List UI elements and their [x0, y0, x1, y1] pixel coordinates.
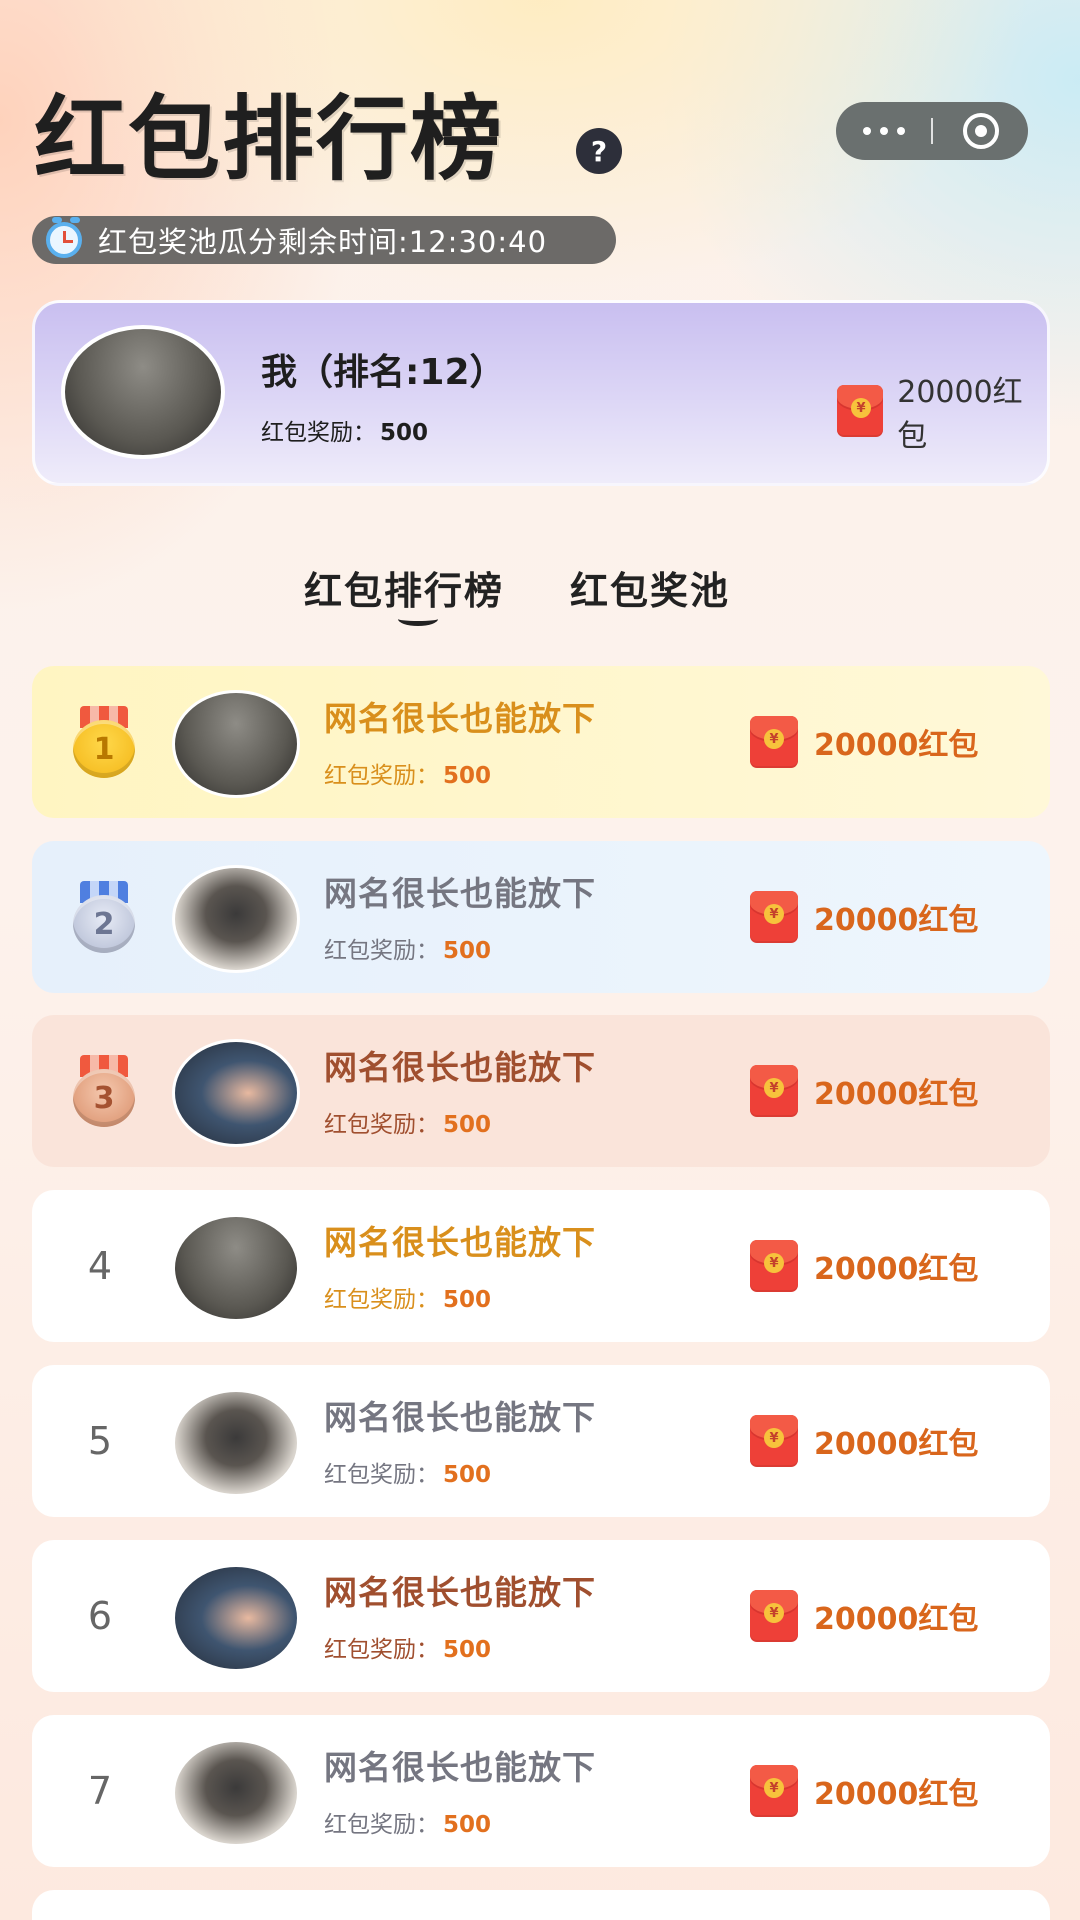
- red-envelope-icon: [837, 385, 884, 437]
- red-envelope-icon: [750, 1765, 798, 1817]
- red-envelope-icon: [750, 891, 798, 943]
- red-envelope-icon: [750, 1590, 798, 1642]
- user-name: 网名很长也能放下: [324, 1398, 596, 1437]
- amount: 20000红包: [750, 1415, 978, 1467]
- avatar: [61, 325, 225, 459]
- reward: 红包奖励： 500: [324, 1812, 492, 1838]
- amount: 20000红包: [750, 891, 978, 943]
- avatar: [172, 1214, 300, 1322]
- timer-text: 红包奖池瓜分剩余时间:12:30:40: [98, 225, 548, 259]
- rank-number: 6: [87, 1594, 113, 1638]
- user-name: 网名很长也能放下: [324, 1048, 596, 1087]
- reward: 红包奖励： 500: [324, 1462, 492, 1488]
- rank-number: 4: [87, 1244, 113, 1288]
- tab-prize-pool[interactable]: 红包奖池: [570, 560, 730, 615]
- list-item[interactable]: 7 网名很长也能放下 红包奖励：500 20000红包: [32, 1715, 1050, 1867]
- bronze-medal-icon: 3: [72, 1055, 136, 1127]
- amount: 20000红包: [750, 1240, 978, 1292]
- user-name: 网名很长也能放下: [324, 1748, 596, 1787]
- tab-active-indicator: [398, 612, 438, 626]
- list-item[interactable]: 4 网名很长也能放下 红包奖励：500 20000红包: [32, 1190, 1050, 1342]
- my-amount-text: 20000红包: [897, 375, 1023, 454]
- user-name: 网名很长也能放下: [324, 699, 596, 738]
- help-icon[interactable]: ?: [576, 128, 622, 174]
- rank-number: 7: [87, 1769, 113, 1813]
- list-item[interactable]: [32, 1890, 1050, 1920]
- my-reward-value: 500: [380, 420, 429, 446]
- miniprogram-capsule: [836, 102, 1028, 160]
- avatar: [172, 1564, 300, 1672]
- red-envelope-icon: [750, 716, 798, 768]
- amount: 20000红包: [750, 716, 978, 768]
- list-item[interactable]: 5 网名很长也能放下 红包奖励：500 20000红包: [32, 1365, 1050, 1517]
- my-rank-card[interactable]: 我（排名:12） 红包奖励：500 20000红包: [32, 300, 1050, 486]
- amount: 20000红包: [750, 1590, 978, 1642]
- amount: 20000红包: [750, 1765, 978, 1817]
- silver-medal-icon: 2: [72, 881, 136, 953]
- avatar: [172, 1739, 300, 1847]
- avatar: [172, 690, 300, 798]
- list-item[interactable]: 3 网名很长也能放下 红包奖励：500 20000红包: [32, 1015, 1050, 1167]
- my-reward-label: 红包奖励：: [261, 420, 376, 446]
- reward: 红包奖励： 500: [324, 763, 492, 789]
- my-reward: 红包奖励： 500: [261, 413, 428, 447]
- my-amount: 20000红包: [837, 367, 1047, 455]
- avatar: [172, 1039, 300, 1147]
- user-name: 网名很长也能放下: [324, 1573, 596, 1612]
- reward: 红包奖励： 500: [324, 1637, 492, 1663]
- close-miniprogram-button[interactable]: [933, 113, 1028, 149]
- page-title: 红包排行榜: [34, 86, 505, 193]
- rank-number: 5: [87, 1419, 113, 1463]
- reward: 红包奖励： 500: [324, 938, 492, 964]
- red-envelope-icon: [750, 1415, 798, 1467]
- more-icon[interactable]: [836, 127, 931, 135]
- close-miniprogram-icon: [962, 113, 999, 149]
- gold-medal-icon: 1: [72, 706, 136, 778]
- list-item[interactable]: 2 网名很长也能放下 红包奖励：500 20000红包: [32, 841, 1050, 993]
- tab-ranking[interactable]: 红包排行榜: [304, 560, 504, 615]
- list-item[interactable]: 1 网名很长也能放下 红包奖励：500 20000红包: [32, 666, 1050, 818]
- avatar: [172, 865, 300, 973]
- list-item[interactable]: 6 网名很长也能放下 红包奖励：500 20000红包: [32, 1540, 1050, 1692]
- red-envelope-icon: [750, 1065, 798, 1117]
- user-name: 网名很长也能放下: [324, 1223, 596, 1262]
- reward: 红包奖励： 500: [324, 1287, 492, 1313]
- red-envelope-icon: [750, 1240, 798, 1292]
- pool-timer-bar: 红包奖池瓜分剩余时间:12:30:40: [32, 216, 616, 264]
- amount: 20000红包: [750, 1065, 978, 1117]
- avatar: [172, 1389, 300, 1497]
- my-rank-name: 我（排名:12）: [261, 352, 506, 393]
- user-name: 网名很长也能放下: [324, 874, 596, 913]
- reward: 红包奖励： 500: [324, 1112, 492, 1138]
- clock-icon: [46, 217, 82, 258]
